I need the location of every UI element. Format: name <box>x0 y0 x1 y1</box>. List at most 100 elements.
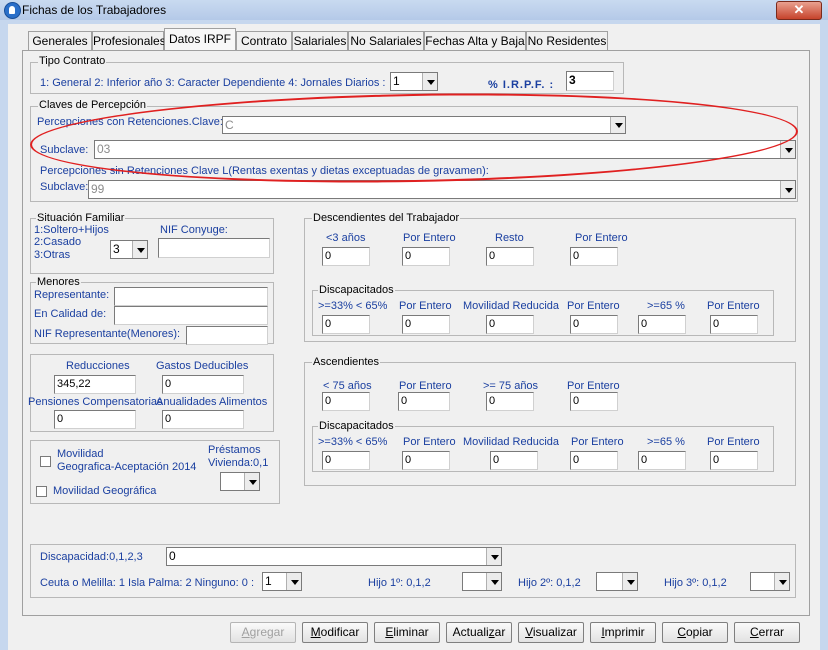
eliminar-label-post: liminar <box>393 625 429 639</box>
desc-disc-input-4[interactable]: 0 <box>638 315 686 334</box>
movilidad-aceptacion-line1: Movilidad <box>57 448 104 460</box>
actualizar-button[interactable]: Actualizar <box>446 622 512 643</box>
chevron-down-icon[interactable] <box>422 73 437 90</box>
menores-title: Menores <box>36 276 81 288</box>
calidad-label: En Calidad de: <box>34 308 107 320</box>
tab-contrato[interactable]: Contrato <box>236 31 292 50</box>
pensiones-input[interactable]: 0 <box>54 410 136 429</box>
copiar-label-accel: C <box>677 625 686 639</box>
close-button[interactable]: ✕ <box>776 1 822 20</box>
cerrar-button[interactable]: Cerrar <box>734 622 800 643</box>
agregar-label-post: gregar <box>249 625 285 639</box>
tab-no-salariales[interactable]: No Salariales <box>348 31 424 50</box>
modificar-button[interactable]: Modificar <box>302 622 368 643</box>
nif-conyuge-input[interactable] <box>158 238 270 258</box>
copiar-button[interactable]: Copiar <box>662 622 728 643</box>
hijo3-select[interactable] <box>750 572 790 591</box>
asc-input-0[interactable]: 0 <box>322 392 370 411</box>
desc-input-0[interactable]: 0 <box>322 247 370 266</box>
subclave2-select[interactable]: 99 <box>88 180 796 199</box>
desc-header-1: Por Entero <box>403 232 456 244</box>
chevron-down-icon[interactable] <box>622 573 637 590</box>
subclave2-label: Subclave: <box>40 181 89 193</box>
tab-salariales[interactable]: Salariales <box>292 31 348 50</box>
discapacidad-select[interactable]: 0 <box>166 547 502 566</box>
chevron-down-icon[interactable] <box>132 241 147 258</box>
movilidad-geografica-checkbox[interactable] <box>36 486 47 497</box>
asc-disc-input-2[interactable]: 0 <box>490 451 538 470</box>
asc-input-1[interactable]: 0 <box>398 392 450 411</box>
app-icon <box>4 2 21 19</box>
nif-representante-input[interactable] <box>186 326 268 345</box>
tab-no-residentes[interactable]: No Residentes <box>526 31 608 50</box>
ceuta-select[interactable]: 1 <box>262 572 302 591</box>
visualizar-label-accel: V <box>525 625 533 639</box>
asc-disc-input-1[interactable]: 0 <box>402 451 450 470</box>
tipo-contrato-select[interactable]: 1 <box>390 72 438 91</box>
asc-disc-header-3: Por Entero <box>571 436 624 448</box>
asc-input-2[interactable]: 0 <box>486 392 534 411</box>
discapacidad-label: Discapacidad:0,1,2,3 <box>40 551 143 563</box>
situacion-value: 3 <box>113 242 120 256</box>
chevron-down-icon[interactable] <box>244 473 259 490</box>
tab-profesionales[interactable]: Profesionales <box>92 31 166 50</box>
desc-disc-input-0[interactable]: 0 <box>322 315 370 334</box>
agregar-button[interactable]: Agregar <box>230 622 296 643</box>
situacion-line1: 1:Soltero+Hijos <box>34 224 109 236</box>
gastos-label: Gastos Deducibles <box>156 360 249 372</box>
reducciones-input[interactable]: 345,22 <box>54 375 136 394</box>
tab-generales[interactable]: Generales <box>28 31 92 50</box>
asc-disc-header-4: >=65 % <box>647 436 685 448</box>
chevron-down-icon[interactable] <box>286 573 301 590</box>
representante-input[interactable] <box>114 287 268 306</box>
hijo3-label: Hijo 3º: 0,1,2 <box>664 577 727 589</box>
chevron-down-icon[interactable] <box>486 548 501 565</box>
desc-input-1[interactable]: 0 <box>402 247 450 266</box>
discapacidad-value: 0 <box>169 549 176 563</box>
chevron-down-icon[interactable] <box>774 573 789 590</box>
asc-disc-input-5[interactable]: 0 <box>710 451 758 470</box>
irpf-input[interactable]: 3 <box>566 71 614 91</box>
situacion-line3: 3:Otras <box>34 249 71 261</box>
asc-disc-header-1: Por Entero <box>403 436 456 448</box>
tipo-contrato-value: 1 <box>393 74 400 88</box>
gastos-input[interactable]: 0 <box>162 375 244 394</box>
descendientes-title: Descendientes del Trabajador <box>312 212 461 224</box>
asc-disc-input-0[interactable]: 0 <box>322 451 370 470</box>
asc-header-3: Por Entero <box>567 380 620 392</box>
asc-disc-input-4[interactable]: 0 <box>638 451 686 470</box>
prestamos-line2: Vivienda:0,1 <box>208 457 269 469</box>
hijo1-select[interactable] <box>462 572 502 591</box>
calidad-input[interactable] <box>114 306 268 325</box>
prestamos-select[interactable] <box>220 472 260 491</box>
tab-datos-irpf[interactable]: Datos IRPF <box>164 28 236 50</box>
desc-input-2[interactable]: 0 <box>486 247 534 266</box>
chevron-down-icon[interactable] <box>486 573 501 590</box>
chevron-down-icon[interactable] <box>780 181 795 198</box>
situacion-title: Situación Familiar <box>36 212 126 224</box>
asc-disc-input-3[interactable]: 0 <box>570 451 618 470</box>
desc-input-3[interactable]: 0 <box>570 247 618 266</box>
hijo2-select[interactable] <box>596 572 638 591</box>
eliminar-button[interactable]: Eliminar <box>374 622 440 643</box>
movilidad-aceptacion-checkbox[interactable] <box>40 456 51 467</box>
asc-disc-header-5: Por Entero <box>707 436 760 448</box>
actualizar-label-pre: Actuali <box>452 625 489 639</box>
desc-disc-input-5[interactable]: 0 <box>710 315 758 334</box>
desc-disc-input-3[interactable]: 0 <box>570 315 618 334</box>
desc-disc-header-5: Por Entero <box>707 300 760 312</box>
actualizar-label-post: ar <box>494 625 506 639</box>
anualidades-input[interactable]: 0 <box>162 410 244 429</box>
visualizar-button[interactable]: Visualizar <box>518 622 584 643</box>
desc-disc-title: Discapacitados <box>318 284 395 296</box>
desc-disc-input-2[interactable]: 0 <box>486 315 534 334</box>
tipo-contrato-options: 1: General 2: Inferior año 3: Caracter D… <box>40 77 386 89</box>
situacion-select[interactable]: 3 <box>110 240 148 259</box>
imprimir-button[interactable]: Imprimir <box>590 622 656 643</box>
desc-header-3: Por Entero <box>575 232 628 244</box>
desc-disc-input-1[interactable]: 0 <box>402 315 450 334</box>
asc-input-3[interactable]: 0 <box>570 392 618 411</box>
representante-label: Representante: <box>34 289 110 301</box>
ceuta-value: 1 <box>265 574 272 588</box>
tab-fechas-alta-baja[interactable]: Fechas Alta y Baja <box>424 31 526 50</box>
